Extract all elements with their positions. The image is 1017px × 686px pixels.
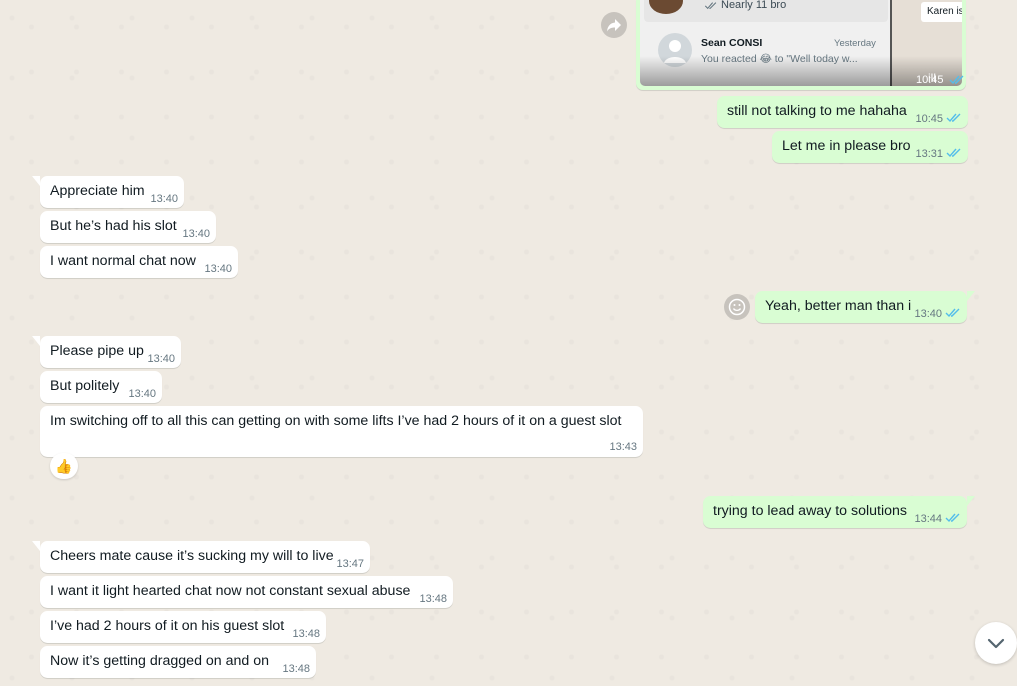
- double-check-icon: [945, 308, 960, 318]
- message-bubble-incoming[interactable]: I want it light hearted chat now not con…: [40, 576, 453, 608]
- message-text: Let me in please bro: [782, 138, 911, 154]
- message-text: I want it light hearted chat now not con…: [50, 583, 411, 599]
- message-time: 13:44: [914, 513, 942, 525]
- overlay-text: ill: [928, 71, 936, 85]
- message-text: But he’s had his slot: [50, 218, 177, 234]
- message-bubble-incoming[interactable]: Appreciate him 13:40: [32, 176, 184, 208]
- avatar: [649, 0, 683, 14]
- contact-date: Yesterday: [834, 38, 876, 49]
- message-bubble-outgoing[interactable]: Let me in please bro 13:31: [772, 131, 968, 163]
- double-check-icon: [946, 113, 961, 123]
- message-time: 13:48: [282, 663, 310, 675]
- message-time: 13:40: [204, 263, 232, 275]
- message-bubble-incoming[interactable]: Now it’s getting dragged on and on 13:48: [40, 646, 316, 678]
- message-text: But politely: [50, 378, 120, 394]
- message-time: 13:43: [609, 441, 637, 453]
- message-time: 13:40: [128, 388, 156, 400]
- message-time: 13:47: [336, 558, 364, 570]
- message-bubble-incoming[interactable]: Im switching off to all this can getting…: [40, 406, 643, 457]
- message-time: 13:40: [182, 228, 210, 240]
- message-time: 13:48: [419, 593, 447, 605]
- message-time: 13:31: [915, 148, 943, 160]
- screenshot-preview-text: Nearly 11 bro: [721, 0, 787, 11]
- scroll-to-bottom-button[interactable]: [975, 622, 1017, 664]
- screenshot-image: Nearly 11 bro Sean CONSI Yesterday You r…: [640, 0, 962, 86]
- side-label: Karen is a: [921, 2, 962, 22]
- message-bubble-incoming[interactable]: Please pipe up 13:40: [32, 336, 181, 368]
- message-time: 13:48: [292, 628, 320, 640]
- message-text: Im switching off to all this can getting…: [50, 413, 622, 429]
- message-bubble-outgoing[interactable]: Yeah, better man than i 13:40: [755, 291, 975, 323]
- message-text: I want normal chat now: [50, 253, 196, 269]
- double-check-icon: [949, 75, 964, 85]
- message-bubble-outgoing[interactable]: still not talking to me hahaha 10:45: [717, 96, 968, 128]
- double-check-icon: [946, 148, 961, 158]
- message-text: I’ve had 2 hours of it on his guest slot: [50, 618, 285, 634]
- message-bubble-incoming[interactable]: I’ve had 2 hours of it on his guest slot…: [40, 611, 326, 643]
- message-text: trying to lead away to solutions: [713, 503, 908, 519]
- screenshot-row-top: Nearly 11 bro: [644, 0, 888, 22]
- message-text: still not talking to me hahaha: [727, 103, 907, 119]
- message-time: 10:45: [915, 113, 943, 125]
- image-overlay: [640, 56, 962, 86]
- message-time: 13:40: [914, 308, 942, 320]
- chevron-down-icon: [987, 638, 1005, 649]
- message-text: Please pipe up: [50, 343, 144, 359]
- forward-icon: [607, 19, 621, 32]
- double-check-icon: [704, 2, 717, 10]
- message-time: 13:40: [147, 353, 175, 365]
- message-bubble-incoming[interactable]: But politely 13:40: [40, 371, 162, 403]
- message-text: Now it’s getting dragged on and on: [50, 653, 270, 669]
- message-text: Yeah, better man than i: [765, 298, 912, 314]
- forward-button[interactable]: [601, 12, 627, 38]
- message-bubble-incoming[interactable]: I want normal chat now 13:40: [40, 246, 238, 278]
- message-text: Cheers mate cause it’s sucking my will t…: [50, 548, 334, 564]
- double-check-icon: [945, 513, 960, 523]
- contact-name: Sean CONSI: [701, 37, 763, 49]
- message-bubble-incoming[interactable]: But he’s had his slot 13:40: [40, 211, 216, 243]
- message-bubble-incoming[interactable]: Cheers mate cause it’s sucking my will t…: [32, 541, 370, 573]
- message-time: 13:40: [150, 193, 178, 205]
- react-button[interactable]: [724, 294, 750, 320]
- image-message[interactable]: Nearly 11 bro Sean CONSI Yesterday You r…: [636, 0, 966, 90]
- message-text: Appreciate him: [50, 183, 145, 199]
- smiley-icon: [728, 298, 746, 316]
- thumbs-up-icon: 👍: [55, 458, 73, 474]
- message-bubble-outgoing[interactable]: trying to lead away to solutions 13:44: [703, 496, 975, 528]
- reaction-badge[interactable]: 👍: [50, 453, 78, 479]
